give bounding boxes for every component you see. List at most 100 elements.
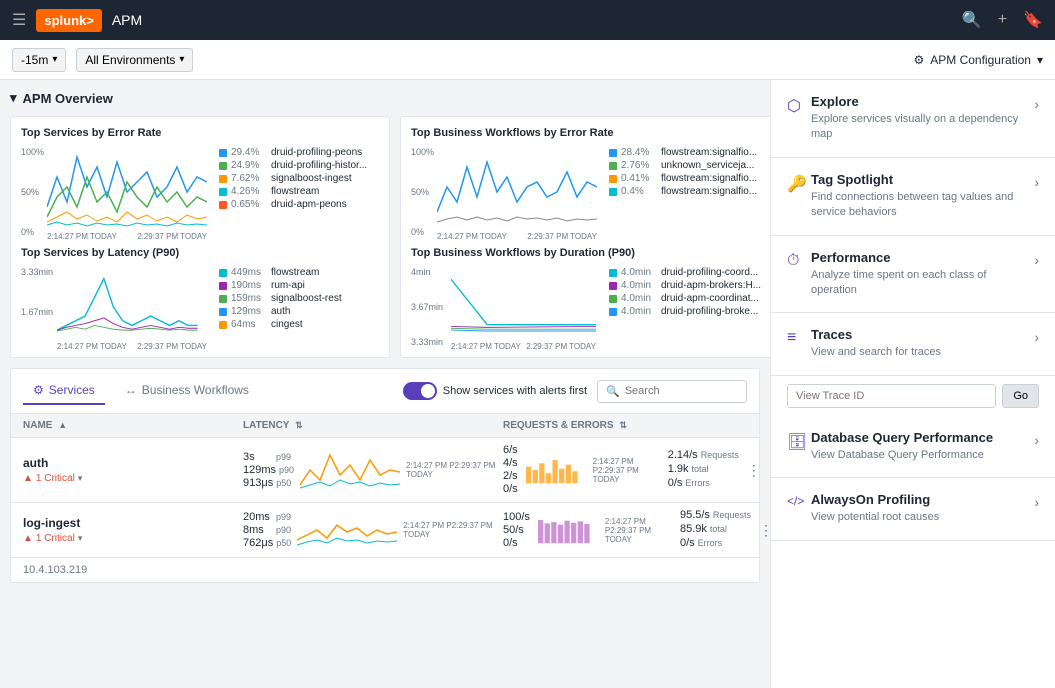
services-error-title: Top Services by Error Rate xyxy=(21,127,379,139)
performance-icon: ⏱ xyxy=(787,252,811,270)
workflows-error-title: Top Business Workflows by Error Rate xyxy=(411,127,761,139)
explore-icon: ⬡ xyxy=(787,96,811,116)
request-stats: 2.14/s Requests 1.9k total 0/s Errors xyxy=(668,449,739,491)
search-box[interactable]: 🔍 xyxy=(597,380,747,403)
main-layout: ▾ APM Overview Top Services by Error Rat… xyxy=(0,80,1055,688)
services-error-svg xyxy=(47,147,207,227)
bookmark-icon[interactable]: 🔖 xyxy=(1023,10,1043,30)
latency-sparkline-2 xyxy=(297,510,397,550)
chevron-down-icon: ▾ xyxy=(179,54,184,65)
service-requests-2: 100/s 50/s 0/s xyxy=(503,509,770,551)
gear-icon: ⚙ xyxy=(913,53,924,67)
environment-dropdown[interactable]: All Environments ▾ xyxy=(76,48,193,72)
sidebar-item-database-query[interactable]: 🗄 Database Query Performance View Databa… xyxy=(771,416,1055,478)
tab-workflows[interactable]: ↔ Business Workflows xyxy=(115,377,259,405)
sidebar-item-always-on[interactable]: </> AlwaysOn Profiling View potential ro… xyxy=(771,478,1055,540)
legend-dot xyxy=(219,162,227,170)
content-area: ▾ APM Overview Top Services by Error Rat… xyxy=(0,80,770,688)
workflows-panel: Top Business Workflows by Error Rate 100… xyxy=(400,116,770,358)
traces-icon: ≡ xyxy=(787,329,811,347)
services-latency-graph: 3.33min 1.67min 2:14:27 PM TODAY 2:29:37… xyxy=(21,267,211,347)
services-error-graph: 100% 50% 0% 2:14:27 PM TODAY 2:2 xyxy=(21,147,211,237)
search-input[interactable] xyxy=(625,385,738,397)
alert-badge[interactable]: ▲ 1 Critical ▾ xyxy=(23,533,243,544)
workflows-duration-graph: 4min 3.67min 3.33min 2:14:27 PM xyxy=(411,267,601,347)
services-latency-legend: 449ms flowstream 190ms rum-api 159ms sig… xyxy=(219,267,379,347)
row-menu-icon[interactable]: ⋮ xyxy=(747,462,761,478)
table-header: NAME ▲ LATENCY ⇅ REQUESTS & ERRORS ⇅ xyxy=(11,414,759,438)
menu-icon[interactable]: ☰ xyxy=(12,10,26,30)
legend-dot xyxy=(219,295,227,303)
toggle-row: Show services with alerts first xyxy=(403,382,587,400)
sidebar-traces-title: Traces xyxy=(811,327,1034,342)
workflows-duration-title: Top Business Workflows by Duration (P90) xyxy=(411,247,761,259)
legend-item: 2.76% unknown_serviceja... xyxy=(609,160,761,171)
toolbar-right: ⚙ APM Configuration ▾ xyxy=(913,53,1043,67)
time-labels: 2:14:27 PM TODAY 2:29:37 PM TODAY xyxy=(47,232,207,241)
services-error-panel: Top Services by Error Rate 100% 50% 0% xyxy=(10,116,390,358)
workflows-error-svg xyxy=(437,147,597,227)
workflows-duration-chart-area: 4min 3.67min 3.33min 2:14:27 PM xyxy=(411,267,761,347)
trace-id-input[interactable] xyxy=(787,384,996,408)
latency-time-2: 2:14:27 PM P2:29:37 PM TODAY xyxy=(403,521,492,539)
alert-badge[interactable]: ▲ 1 Critical ▾ xyxy=(23,473,243,484)
requests-mini-graph xyxy=(526,450,579,490)
splunk-logo: splunk> xyxy=(36,9,102,32)
row-menu-icon[interactable]: ⋮ xyxy=(759,522,770,538)
y-labels-latency: 3.33min 1.67min xyxy=(21,267,53,347)
legend-item: 4.26% flowstream xyxy=(219,186,379,197)
bottom-ip: 10.4.103.219 xyxy=(11,558,759,582)
col-header-name[interactable]: NAME ▲ xyxy=(23,420,243,431)
legend-item: 0.65% druid-apm-peons xyxy=(219,199,379,210)
time-labels-latency: 2:14:27 PM TODAY 2:29:37 PM TODAY xyxy=(57,342,207,351)
legend-dot xyxy=(609,282,617,290)
apm-config-button[interactable]: ⚙ APM Configuration ▾ xyxy=(913,53,1043,67)
workflows-tab-icon: ↔ xyxy=(125,383,137,397)
chevron-down-icon: ▾ xyxy=(78,473,83,484)
toggle-label: Show services with alerts first xyxy=(443,385,587,397)
service-latency: 3sp99 129msp90 913μsp50 2:14:27 PM P2:29… xyxy=(243,450,503,490)
legend-dot xyxy=(219,149,227,157)
go-button[interactable]: Go xyxy=(1002,384,1039,408)
workflows-duration-legend: 4.0min druid-profiling-coord... 4.0min d… xyxy=(609,267,761,347)
services-tab-icon: ⚙ xyxy=(33,383,44,397)
add-icon[interactable]: + xyxy=(998,11,1007,29)
apm-overview-header[interactable]: ▾ APM Overview xyxy=(10,90,760,106)
time-range-dropdown[interactable]: -15m ▾ xyxy=(12,48,66,72)
sidebar: ⬡ Explore Explore services visually on a… xyxy=(770,80,1055,688)
workflows-error-graph: 100% 50% 0% 2:14:27 PM TODAY 2:29:37 PM … xyxy=(411,147,601,237)
legend-item: 28.4% flowstream:signalfio... xyxy=(609,147,761,158)
sort-icon: ▲ xyxy=(58,420,67,430)
sidebar-performance-desc: Analyze time spent on each class of oper… xyxy=(811,268,1034,299)
search-icon: 🔍 xyxy=(606,385,620,398)
legend-item: 64ms cingest xyxy=(219,319,379,330)
request-time: 2:14:27 PM P2:29:37 PM TODAY xyxy=(593,457,652,484)
services-section: ⚙ Services ↔ Business Workflows Show ser… xyxy=(10,368,760,583)
chevron-down-icon: ▾ xyxy=(10,90,17,106)
col-header-latency[interactable]: LATENCY ⇅ xyxy=(243,420,503,431)
services-toolbar: ⚙ Services ↔ Business Workflows Show ser… xyxy=(11,369,759,414)
sidebar-item-performance[interactable]: ⏱ Performance Analyze time spent on each… xyxy=(771,236,1055,314)
sidebar-item-traces[interactable]: ≡ Traces View and search for traces › xyxy=(771,313,1055,375)
alert-triangle-icon: ▲ xyxy=(23,533,33,544)
legend-item: 0.4% flowstream:signalfio... xyxy=(609,186,761,197)
y-labels-we: 100% 50% 0% xyxy=(411,147,434,237)
workflows-error-legend: 28.4% flowstream:signalfio... 2.76% unkn… xyxy=(609,147,761,237)
sidebar-traces-content: Traces View and search for traces xyxy=(811,327,1034,360)
search-icon[interactable]: 🔍 xyxy=(962,10,982,30)
app-title: APM xyxy=(112,12,142,28)
request-stats-2: 95.5/s Requests 85.9k total 0/s Errors xyxy=(680,509,751,551)
service-row-top: log-ingest ▲ 1 Critical ▾ 20msp99 8msp90… xyxy=(23,509,747,551)
sidebar-item-tag-spotlight[interactable]: 🔑 Tag Spotlight Find connections between… xyxy=(771,158,1055,236)
requests-mini-graph-2 xyxy=(538,510,591,550)
chevron-down-icon: ▾ xyxy=(1037,53,1043,67)
sidebar-item-explore[interactable]: ⬡ Explore Explore services visually on a… xyxy=(771,80,1055,158)
alerts-toggle[interactable] xyxy=(403,382,437,400)
legend-item: 4.0min druid-apm-coordinat... xyxy=(609,293,761,304)
sidebar-profiling-content: AlwaysOn Profiling View potential root c… xyxy=(811,492,1034,525)
services-latency-svg xyxy=(57,267,207,337)
tab-services[interactable]: ⚙ Services xyxy=(23,377,105,405)
sidebar-database-desc: View Database Query Performance xyxy=(811,448,1034,463)
col-header-requests[interactable]: REQUESTS & ERRORS ⇅ xyxy=(503,420,747,431)
chevron-right-icon: › xyxy=(1034,252,1039,268)
